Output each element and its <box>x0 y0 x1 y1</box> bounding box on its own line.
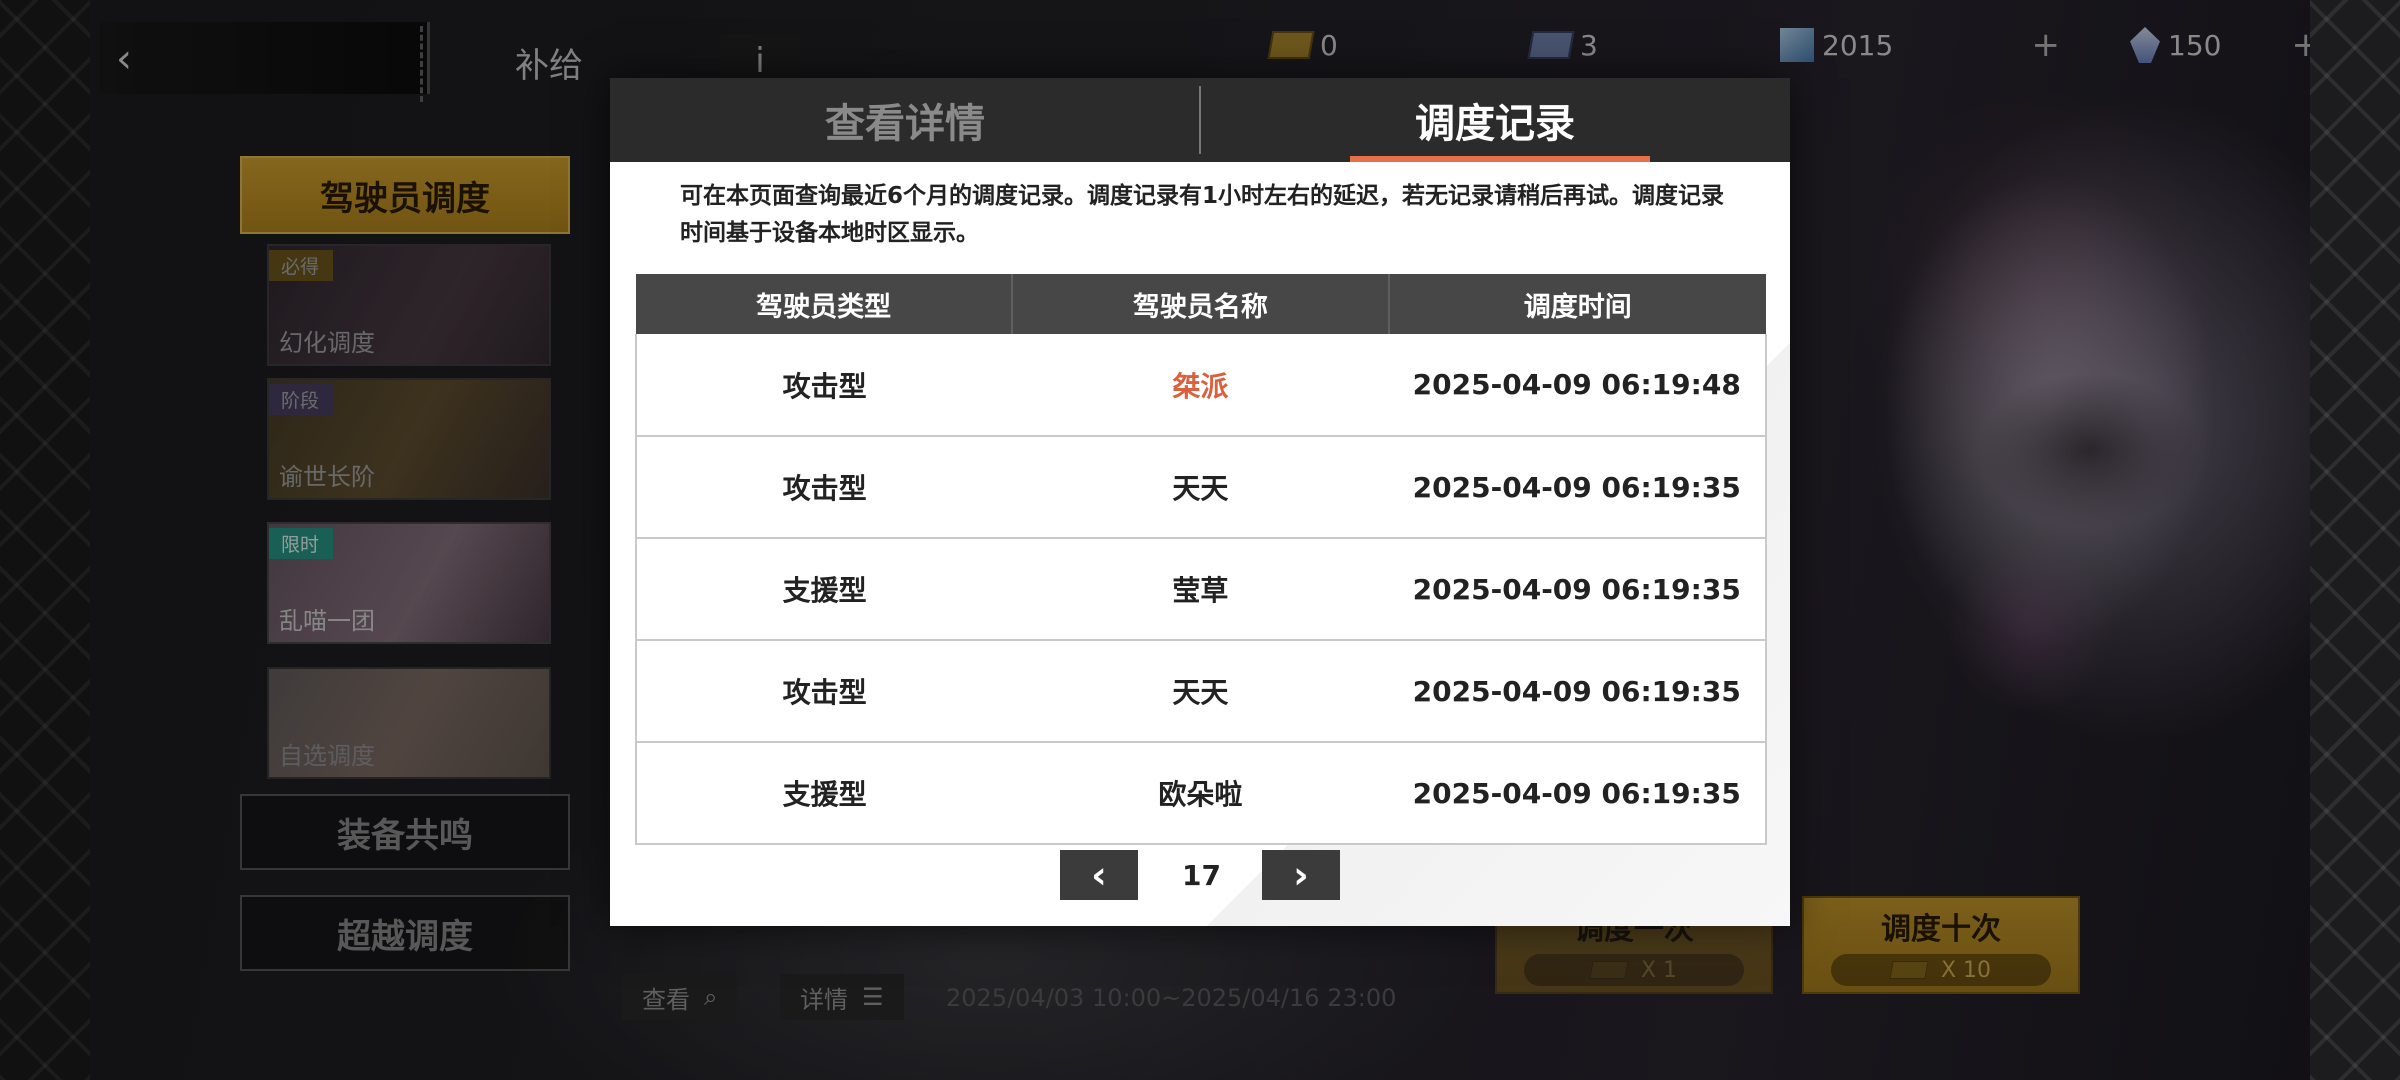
record-notice: 可在本页面查询最近6个月的调度记录。调度记录有1小时左右的延迟，若无记录请稍后再… <box>680 183 1725 246</box>
table-row: 攻击型 天天 2025-04-09 06:19:35 <box>634 640 1767 743</box>
dispatch-time-cell: 2025-04-09 06:19:48 <box>1388 334 1767 437</box>
tab-view-details[interactable]: 查看详情 <box>610 78 1200 162</box>
right-pattern-strip <box>2310 0 2400 1080</box>
record-table: 驾驶员类型 驾驶员名称 调度时间 攻击型 桀派 2025-04-09 06:19… <box>634 274 1767 845</box>
prev-page-button[interactable]: ‹ <box>1060 850 1138 900</box>
chevron-right-icon: › <box>1293 853 1309 897</box>
pilot-type-cell: 支援型 <box>634 538 1013 641</box>
dispatch-time-cell: 2025-04-09 06:19:35 <box>1388 538 1767 641</box>
column-header-time: 调度时间 <box>1388 274 1766 334</box>
dispatch-record-modal: 查看详情 调度记录 可在本页面查询最近6个月的调度记录。调度记录有1小时左右的延… <box>610 78 1790 926</box>
table-header-row: 驾驶员类型 驾驶员名称 调度时间 <box>636 274 1766 334</box>
table-row: 支援型 欧朵啦 2025-04-09 06:19:35 <box>634 742 1767 845</box>
column-header-name: 驾驶员名称 <box>1012 274 1390 334</box>
pagination: ‹ 17 › <box>610 850 1790 900</box>
column-header-type: 驾驶员类型 <box>636 274 1014 334</box>
table-row: 支援型 莹草 2025-04-09 06:19:35 <box>634 538 1767 641</box>
pilot-name-cell: 天天 <box>1012 640 1389 743</box>
modal-tab-bar: 查看详情 调度记录 <box>610 78 1790 162</box>
chevron-left-icon: ‹ <box>1091 853 1107 897</box>
pilot-name-cell: 莹草 <box>1012 538 1389 641</box>
pilot-name-cell: 欧朵啦 <box>1012 742 1389 845</box>
table-row: 攻击型 天天 2025-04-09 06:19:35 <box>634 436 1767 539</box>
pilot-type-cell: 攻击型 <box>634 640 1013 743</box>
pilot-name-cell: 天天 <box>1012 436 1389 539</box>
page-number: 17 <box>1182 858 1221 892</box>
dispatch-time-cell: 2025-04-09 06:19:35 <box>1388 742 1767 845</box>
table-row: 攻击型 桀派 2025-04-09 06:19:48 <box>634 334 1767 437</box>
dispatch-time-cell: 2025-04-09 06:19:35 <box>1388 640 1767 743</box>
dispatch-time-cell: 2025-04-09 06:19:35 <box>1388 436 1767 539</box>
next-page-button[interactable]: › <box>1262 850 1340 900</box>
pilot-type-cell: 支援型 <box>634 742 1013 845</box>
tab-dispatch-records[interactable]: 调度记录 <box>1200 78 1790 162</box>
pilot-type-cell: 攻击型 <box>634 334 1013 437</box>
pilot-type-cell: 攻击型 <box>634 436 1013 539</box>
tab-label: 调度记录 <box>1415 101 1575 147</box>
pilot-name-cell: 桀派 <box>1012 334 1389 437</box>
